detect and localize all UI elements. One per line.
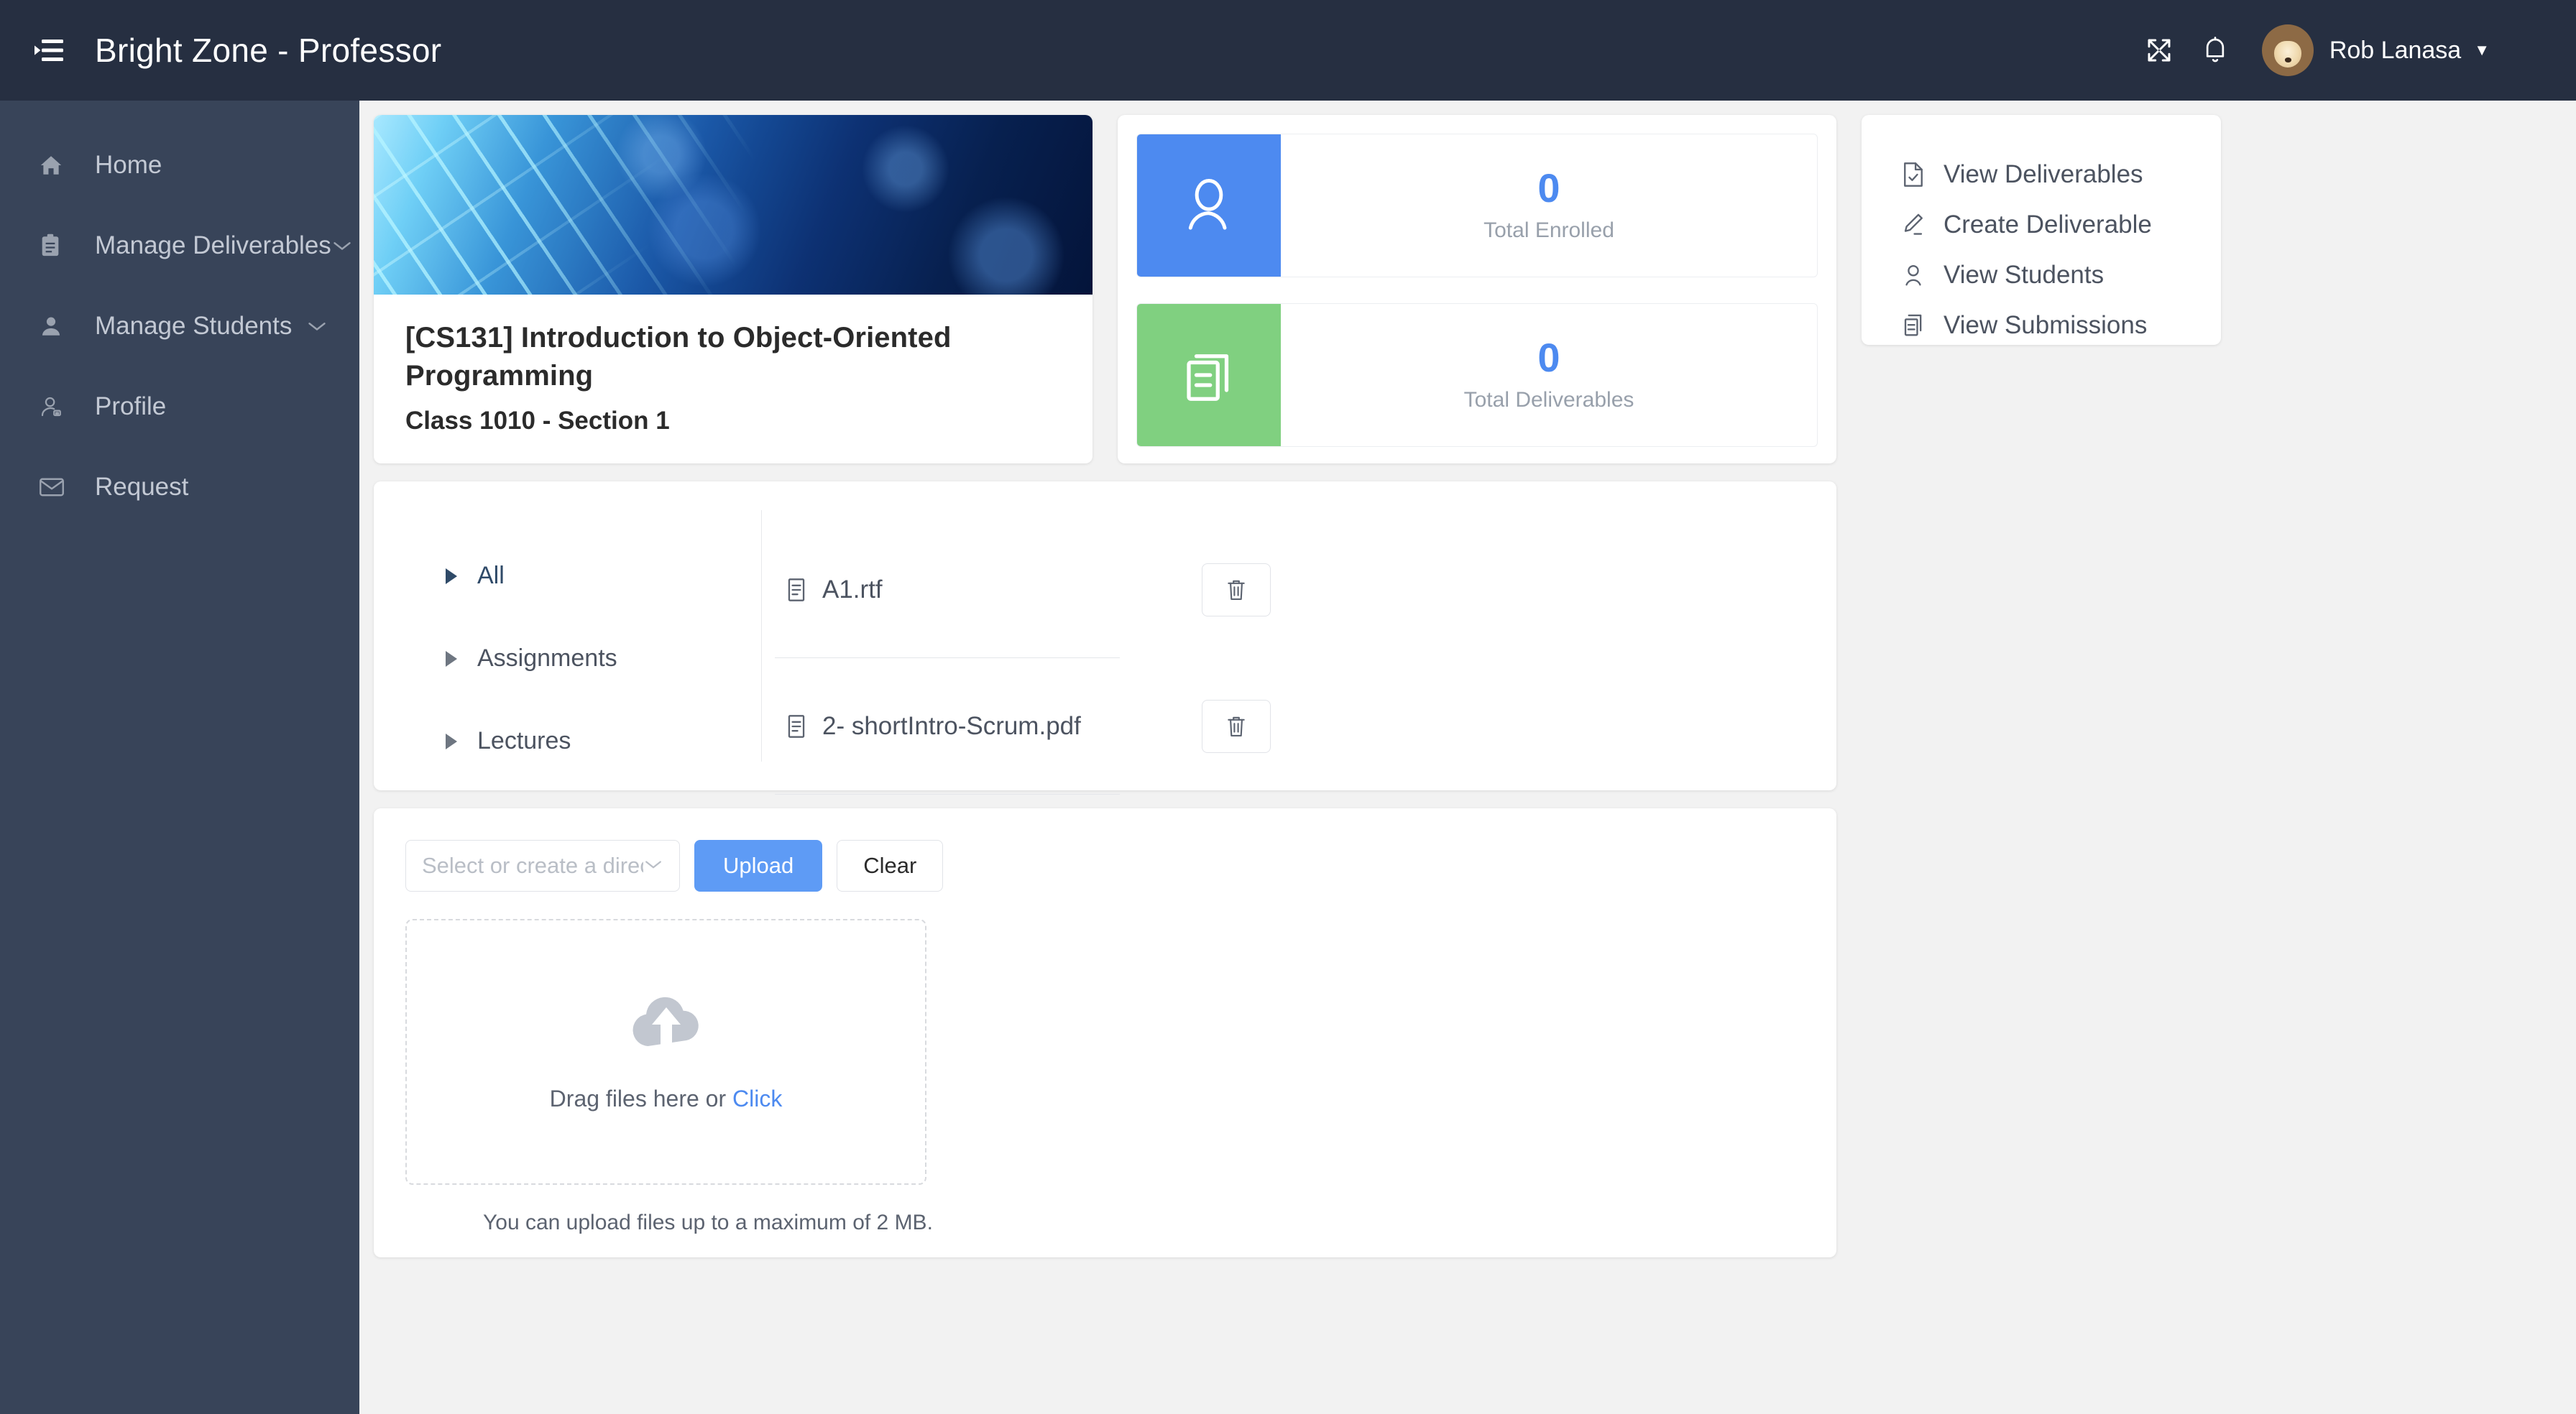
pencil-icon (1899, 212, 1928, 238)
upload-hint: You can upload files up to a maximum of … (483, 1211, 933, 1234)
bell-icon[interactable] (2187, 22, 2243, 78)
page-title: Bright Zone - Professor (95, 32, 442, 69)
course-title: [CS131] Introduction to Object-Oriented … (405, 322, 952, 392)
user-menu[interactable]: Rob Lanasa ▼ (2243, 24, 2490, 76)
action-label: View Submissions (1944, 311, 2148, 339)
action-view-students[interactable]: View Students (1862, 250, 2221, 300)
course-card[interactable]: [CS131] Introduction to Object-Oriented … (374, 115, 1092, 463)
sidebar-item-manage-deliverables[interactable]: Manage Deliverables (0, 205, 359, 286)
sidebar: Home Manage Deliverables Manage Students… (0, 101, 359, 1414)
trash-icon[interactable] (1202, 563, 1271, 616)
clipboard-icon (39, 234, 72, 258)
person-outline-icon (1137, 134, 1281, 277)
directory-select-placeholder: Select or create a directo (422, 853, 643, 878)
document-check-icon (1899, 162, 1928, 188)
chevron-down-icon[interactable] (306, 320, 328, 333)
trash-icon[interactable] (1202, 699, 1271, 753)
chevron-down-icon: ▼ (2474, 41, 2490, 59)
action-label: Create Deliverable (1944, 211, 2152, 239)
tree-node-all[interactable]: All (446, 562, 761, 590)
stat-value: 0 (1537, 335, 1560, 380)
stats-card: 0 Total Enrolled 0 Total Deliverables (1118, 115, 1836, 463)
sidebar-item-label: Manage Students (95, 312, 293, 340)
stat-total-enrolled: 0 Total Enrolled (1136, 134, 1818, 277)
action-label: View Students (1944, 261, 2104, 289)
hamburger-menu-icon[interactable] (27, 29, 70, 72)
person-outline-icon (1899, 262, 1928, 288)
file-list-item[interactable]: 2- shortIntro-Scrum.pdf (775, 658, 1271, 795)
dropzone-click-link[interactable]: Click (732, 1086, 782, 1112)
upload-button[interactable]: Upload (694, 840, 823, 892)
stat-total-deliverables: 0 Total Deliverables (1136, 303, 1818, 447)
main-content: [CS131] Introduction to Object-Oriented … (359, 101, 2576, 1414)
dropzone-text: Drag files here or Click (550, 1086, 783, 1112)
file-list: A1.rtf 2- shortIntro-Scrum.pdf (762, 481, 1836, 795)
file-dropzone[interactable]: Drag files here or Click (405, 919, 926, 1185)
dropzone-label: Drag files here or (549, 1086, 732, 1112)
triangle-right-icon (446, 650, 457, 667)
file-list-item[interactable]: A1.rtf (775, 522, 1271, 658)
quick-actions-card: View Deliverables Create Deliverable Vie… (1862, 115, 2221, 345)
file-document-icon (786, 578, 806, 602)
chevron-down-icon (643, 858, 663, 874)
person-icon (39, 314, 72, 338)
stat-body: 0 Total Deliverables (1281, 304, 1817, 446)
stat-value: 0 (1537, 165, 1560, 211)
sidebar-item-home[interactable]: Home (0, 125, 359, 205)
chevron-down-icon[interactable] (331, 239, 353, 252)
course-card-body: [CS131] Introduction to Object-Oriented … (374, 295, 1092, 435)
action-create-deliverable[interactable]: Create Deliverable (1862, 200, 2221, 250)
documents-stack-icon (1137, 304, 1281, 446)
directory-select[interactable]: Select or create a directo (405, 840, 680, 892)
directory-tree: All Assignments Lectures (374, 510, 762, 762)
upload-card: Select or create a directo Upload Clear … (374, 808, 1836, 1257)
triangle-right-icon (446, 733, 457, 749)
sidebar-item-label: Home (95, 151, 162, 179)
profile-badge-icon (39, 394, 72, 419)
file-name: A1.rtf (822, 575, 883, 604)
tree-node-label: Lectures (477, 727, 571, 754)
tree-node-assignments[interactable]: Assignments (446, 644, 761, 673)
sidebar-item-profile[interactable]: Profile (0, 366, 359, 447)
sidebar-item-label: Request (95, 473, 189, 501)
sidebar-item-request[interactable]: Request (0, 447, 359, 527)
tree-node-label: Assignments (477, 644, 617, 672)
action-label: View Deliverables (1944, 160, 2143, 188)
header-actions: Rob Lanasa ▼ (2131, 22, 2490, 78)
course-subtitle: Class 1010 - Section 1 (405, 406, 670, 435)
action-view-deliverables[interactable]: View Deliverables (1862, 149, 2221, 200)
copy-documents-icon (1899, 313, 1928, 338)
stat-label: Total Enrolled (1484, 218, 1614, 242)
file-document-icon (786, 714, 806, 739)
tree-node-label: All (477, 562, 505, 589)
file-browser-card: All Assignments Lectures A1.rtf 2- short… (374, 481, 1836, 795)
circuit-board-banner-image (374, 115, 1092, 295)
cloud-upload-icon (629, 992, 704, 1055)
stat-body: 0 Total Enrolled (1281, 134, 1817, 277)
sidebar-item-manage-students[interactable]: Manage Students (0, 286, 359, 366)
action-view-submissions[interactable]: View Submissions (1862, 300, 2221, 351)
home-icon (39, 153, 72, 177)
sidebar-item-label: Profile (95, 392, 167, 420)
upload-controls: Select or create a directo Upload Clear (405, 840, 1836, 892)
user-name-label: Rob Lanasa (2329, 36, 2462, 64)
triangle-right-icon (446, 568, 457, 584)
avatar (2261, 24, 2314, 76)
clear-button[interactable]: Clear (837, 840, 944, 892)
tree-node-lectures[interactable]: Lectures (446, 727, 761, 755)
expand-fullscreen-icon[interactable] (2131, 22, 2187, 78)
app-header: Bright Zone - Professor Rob Lanasa ▼ (0, 0, 2576, 101)
envelope-icon (39, 476, 72, 498)
sidebar-item-label: Manage Deliverables (95, 231, 331, 259)
stat-label: Total Deliverables (1463, 388, 1634, 412)
file-name: 2- shortIntro-Scrum.pdf (822, 711, 1081, 740)
